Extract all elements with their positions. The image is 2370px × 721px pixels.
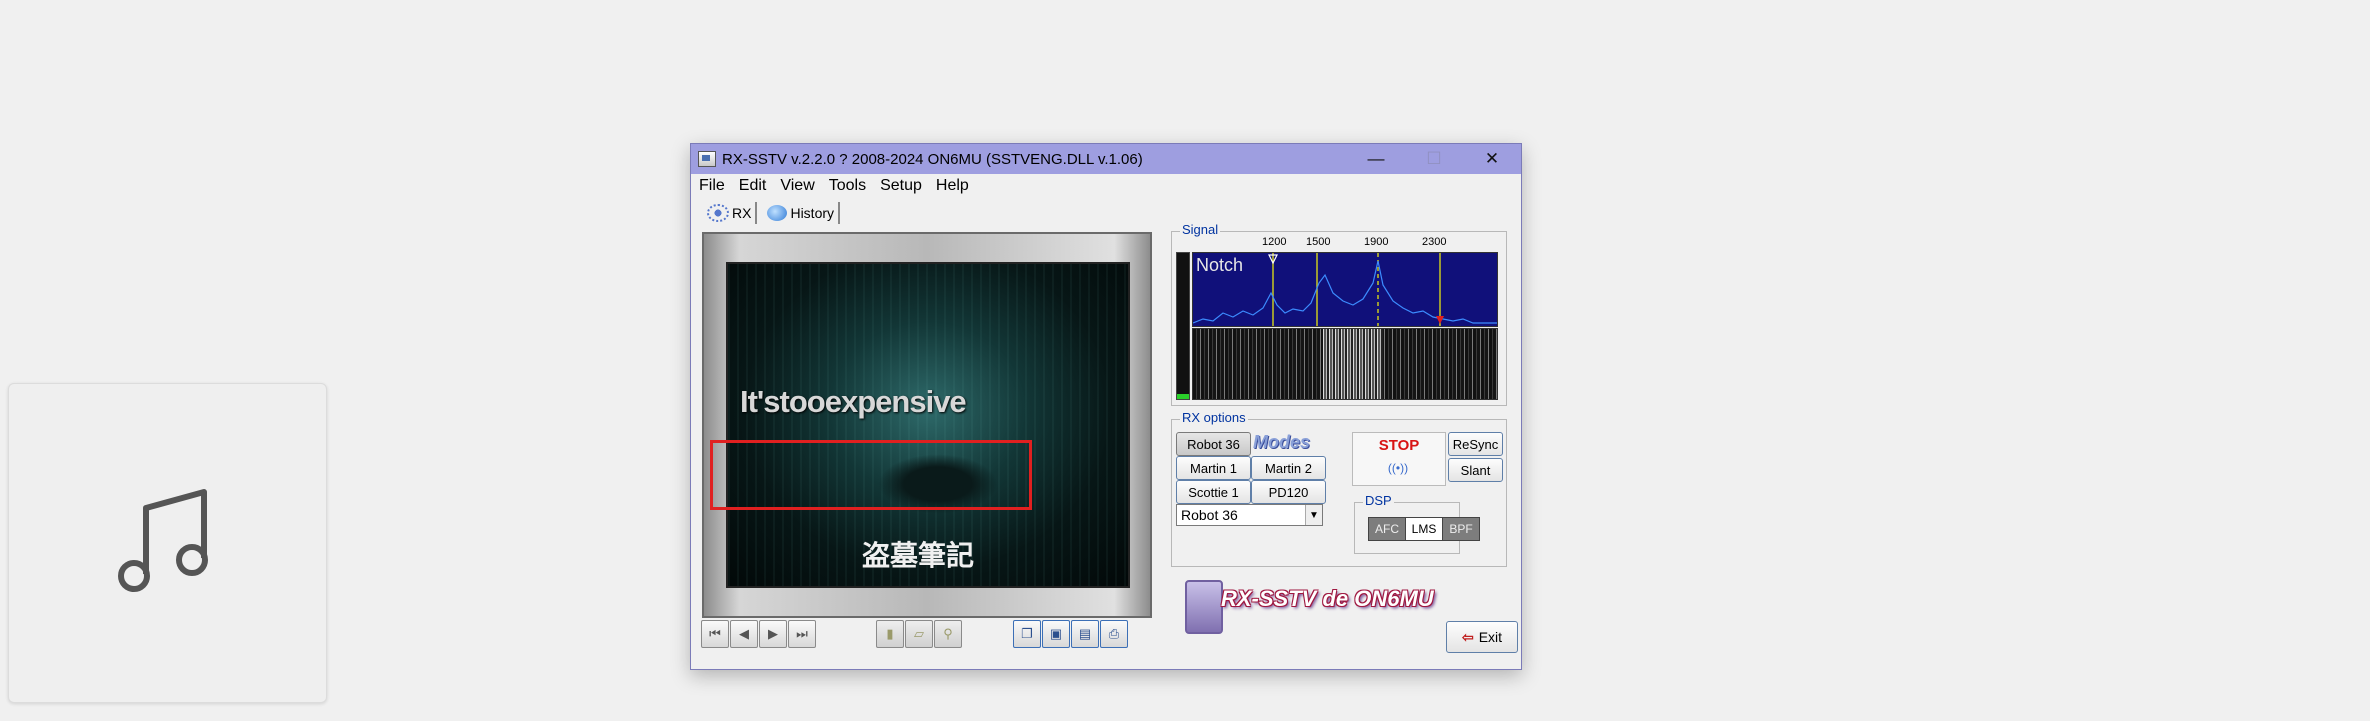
image-chinese-title: 盗墓筆記 bbox=[862, 539, 975, 572]
rx-sstv-window: RX-SSTV v.2.2.0 ? 2008-2024 ON6MU (SSTVE… bbox=[690, 143, 1522, 670]
branding-logo: RX-SSTV de ON6MU bbox=[1185, 576, 1435, 634]
slant-button[interactable]: Slant bbox=[1448, 458, 1503, 482]
tab-history-label: History bbox=[790, 205, 835, 221]
image-frame: It'stooexpensive 盗墓筆記 bbox=[702, 232, 1152, 618]
close-button[interactable]: ✕ bbox=[1463, 144, 1521, 174]
image-toolbar: ⏮ ◀ ▶ ⏭ ▮ ▱ ⚲ ❐ ▣ ▤ ⎙ bbox=[701, 620, 1147, 654]
menu-edit[interactable]: Edit bbox=[739, 177, 767, 195]
mode-select[interactable]: Robot 36 ▼ bbox=[1176, 504, 1323, 526]
exit-label: Exit bbox=[1478, 629, 1503, 645]
save-as-icon[interactable]: ▤ bbox=[1071, 620, 1099, 648]
print-icon[interactable]: ⎙ bbox=[1100, 620, 1128, 648]
menu-tools[interactable]: Tools bbox=[829, 177, 866, 195]
mode-pd120-button[interactable]: PD120 bbox=[1251, 480, 1326, 504]
exit-button[interactable]: ⇦ Exit bbox=[1446, 621, 1518, 653]
stop-label: STOP bbox=[1378, 437, 1420, 454]
minimize-button[interactable]: — bbox=[1347, 144, 1405, 174]
mode-select-value: Robot 36 bbox=[1181, 507, 1238, 523]
tab-history[interactable]: History bbox=[763, 202, 841, 224]
freq-1200: 1200 bbox=[1262, 236, 1287, 248]
antenna-icon: ((•)) bbox=[1387, 461, 1409, 475]
rx-options-label: RX options bbox=[1180, 410, 1248, 425]
signal-panel: Signal 1200 1500 1900 2300 Notch bbox=[1171, 222, 1507, 406]
menu-setup[interactable]: Setup bbox=[880, 177, 922, 195]
open-folder-icon[interactable]: ▱ bbox=[905, 620, 933, 648]
dsp-group: DSP AFC LMS BPF bbox=[1354, 493, 1480, 554]
highlight-box bbox=[710, 440, 1032, 510]
bpf-toggle[interactable]: BPF bbox=[1442, 517, 1480, 541]
afc-toggle[interactable]: AFC bbox=[1368, 517, 1406, 541]
title-bar[interactable]: RX-SSTV v.2.2.0 ? 2008-2024 ON6MU (SSTVE… bbox=[691, 144, 1521, 174]
image-overlay-text: It'stooexpensive bbox=[740, 384, 967, 419]
waterfall-display bbox=[1192, 328, 1498, 400]
rx-options-panel: RX options Robot 36 Modes Martin 1 Marti… bbox=[1171, 410, 1507, 567]
previous-image-button[interactable]: ◀ bbox=[730, 620, 758, 648]
chevron-down-icon[interactable]: ▼ bbox=[1305, 505, 1322, 525]
dsp-label: DSP bbox=[1363, 493, 1394, 508]
first-image-button[interactable]: ⏮ bbox=[701, 620, 729, 648]
modes-logo: Modes bbox=[1253, 432, 1311, 452]
tab-rx-label: RX bbox=[732, 205, 752, 221]
exit-icon: ⇦ bbox=[1461, 628, 1474, 645]
next-image-button[interactable]: ▶ bbox=[759, 620, 787, 648]
menu-help[interactable]: Help bbox=[936, 177, 969, 195]
menu-file[interactable]: File bbox=[699, 177, 725, 195]
tab-rx[interactable]: RX bbox=[703, 202, 758, 224]
tab-bar: RX History bbox=[703, 202, 846, 224]
spectrum-display[interactable]: Notch bbox=[1192, 252, 1498, 327]
window-title: RX-SSTV v.2.2.0 ? 2008-2024 ON6MU (SSTVE… bbox=[722, 150, 1143, 168]
copy-icon[interactable]: ❐ bbox=[1013, 620, 1041, 648]
lms-toggle[interactable]: LMS bbox=[1405, 517, 1443, 541]
last-image-button[interactable]: ⏭ bbox=[788, 620, 816, 648]
notch-label: Notch bbox=[1196, 255, 1244, 275]
menu-view[interactable]: View bbox=[780, 177, 814, 195]
antenna-icon bbox=[707, 204, 729, 222]
signal-level-meter bbox=[1176, 252, 1190, 400]
trash-icon[interactable]: ▮ bbox=[876, 620, 904, 648]
freq-1900: 1900 bbox=[1364, 236, 1389, 248]
mode-scottie1-button[interactable]: Scottie 1 bbox=[1176, 480, 1251, 504]
history-globe-icon bbox=[767, 205, 788, 221]
save-icon[interactable]: ▣ bbox=[1042, 620, 1070, 648]
signal-label: Signal bbox=[1180, 222, 1221, 237]
mode-martin1-button[interactable]: Martin 1 bbox=[1176, 456, 1251, 480]
stop-button[interactable]: STOP ((•)) bbox=[1352, 432, 1446, 486]
freq-1500: 1500 bbox=[1306, 236, 1331, 248]
freq-2300: 2300 bbox=[1422, 236, 1447, 248]
resync-button[interactable]: ReSync bbox=[1448, 432, 1503, 456]
menu-bar: File Edit View Tools Setup Help bbox=[691, 174, 1529, 198]
zoom-icon[interactable]: ⚲ bbox=[934, 620, 962, 648]
received-image: It'stooexpensive 盗墓筆記 bbox=[726, 262, 1130, 588]
music-note-icon bbox=[118, 489, 208, 592]
logo-text: RX-SSTV de ON6MU bbox=[1221, 586, 1434, 611]
mode-robot36-button[interactable]: Robot 36 bbox=[1176, 432, 1251, 456]
app-icon bbox=[698, 151, 716, 167]
waterfall-band bbox=[1323, 329, 1383, 399]
maximize-button[interactable]: ☐ bbox=[1405, 144, 1463, 174]
mode-martin2-button[interactable]: Martin 2 bbox=[1251, 456, 1326, 480]
computer-icon bbox=[1185, 580, 1223, 634]
